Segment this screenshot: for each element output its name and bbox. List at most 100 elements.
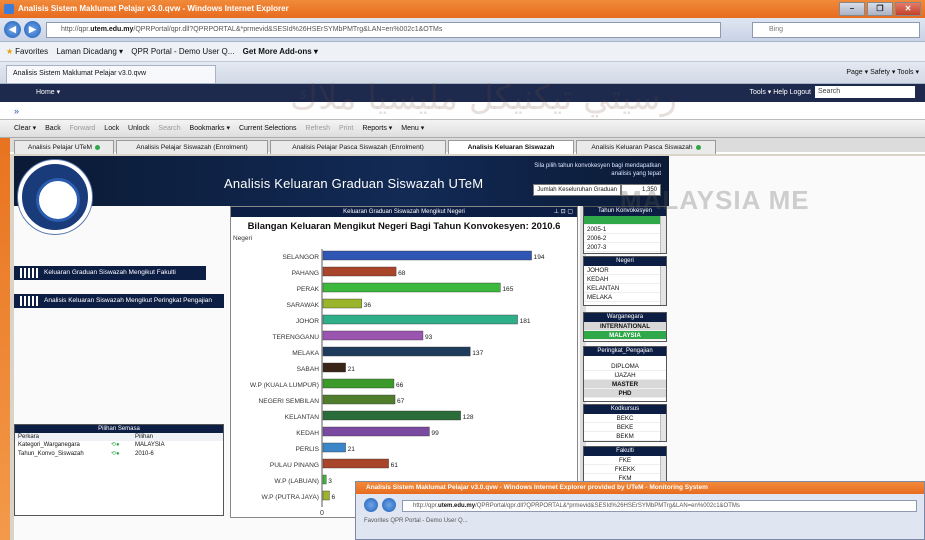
listbox-scrollbar[interactable] xyxy=(660,456,666,481)
clear-field-icon[interactable]: ⟲● xyxy=(111,450,135,459)
nav-keluaran-peringkat[interactable]: Analisis Keluaran Siswazah Mengikut Peri… xyxy=(14,294,224,308)
listbox-item[interactable]: FKEKK xyxy=(584,465,666,474)
listbox-item[interactable]: BEKE xyxy=(584,423,666,432)
forward-button[interactable]: Forward xyxy=(70,125,96,132)
bar-negeri-sembilan[interactable] xyxy=(322,394,396,405)
fav-link-qpr[interactable]: QPR Portal - Demo User Q... xyxy=(131,47,234,56)
tab-keluaran-siswazah[interactable]: Analisis Keluaran Siswazah xyxy=(448,140,574,154)
current-selections-box[interactable]: Pilihan Semasa Perkara Pilihan Kategori_… xyxy=(14,424,224,516)
data-label: 68 xyxy=(398,270,406,277)
listbox-item[interactable]: DIPLOMA xyxy=(584,362,666,371)
listbox-item[interactable]: BEKC xyxy=(584,414,666,423)
listbox-warganegara[interactable]: Warganegara INTERNATIONAL MALAYSIA xyxy=(583,312,667,342)
data-label: 61 xyxy=(391,462,399,469)
search-input[interactable]: Bing xyxy=(752,22,920,38)
state-chart[interactable]: Keluaran Graduan Siswazah Mengikut Neger… xyxy=(230,206,578,518)
maximize-button[interactable]: ❐ xyxy=(867,2,893,16)
refresh-button[interactable]: Refresh xyxy=(306,125,331,132)
fav-link-laman[interactable]: Laman Dicadang ▾ xyxy=(56,47,123,56)
print-button[interactable]: Print xyxy=(339,125,353,132)
search-button[interactable]: Search xyxy=(158,125,180,132)
listbox-item[interactable]: 2006-2 xyxy=(584,234,666,243)
bar-w-p-putra-jaya-[interactable] xyxy=(322,490,330,501)
clear-button[interactable]: Clear ▾ xyxy=(14,125,36,132)
bar-kelantan[interactable] xyxy=(322,410,461,421)
listbox-item[interactable]: INTERNATIONAL xyxy=(584,322,666,331)
listbox-fakulti[interactable]: Fakulti FKE FKEKK FKM xyxy=(583,446,667,483)
fav-link-addons[interactable]: Get More Add-ons ▾ xyxy=(243,47,318,56)
status-dot-icon xyxy=(95,144,101,150)
window-edge xyxy=(0,138,10,540)
chart-caption: Keluaran Graduan Siswazah Mengikut Neger… xyxy=(231,207,577,217)
close-button[interactable]: ✕ xyxy=(895,2,921,16)
popup-forward-icon[interactable] xyxy=(382,498,396,512)
tab-pelajar-pasca-siswazah[interactable]: Analisis Pelajar Pasca Siswazah (Enrolme… xyxy=(270,140,446,154)
clear-field-icon[interactable]: ⟲● xyxy=(111,441,135,450)
sheet-tabs: Analisis Pelajar UTeM Analisis Pelajar S… xyxy=(0,138,925,154)
bar-w-p-labuan-[interactable] xyxy=(322,474,327,485)
selection-row[interactable]: Kategori_Warganegara ⟲● MALAYSIA xyxy=(15,441,223,450)
bar-selangor[interactable] xyxy=(322,250,532,261)
listbox-item[interactable]: MALAYSIA xyxy=(584,331,666,340)
chart-controls[interactable]: ⊥ ⊡ ▢ xyxy=(554,207,573,217)
popup-back-icon[interactable] xyxy=(364,498,378,512)
listbox-item[interactable]: 2005-1 xyxy=(584,225,666,234)
listbox-item[interactable]: MASTER xyxy=(584,380,666,389)
col-field: Perkara xyxy=(18,434,40,440)
bar-perlis[interactable] xyxy=(322,442,346,453)
selection-row[interactable]: Tahun_Konvo_Siswazah ⟲● 2010-6 xyxy=(15,450,223,459)
listbox-item[interactable]: BEKM xyxy=(584,432,666,441)
bar-johor[interactable] xyxy=(322,314,518,325)
bar-pulau-pinang[interactable] xyxy=(322,458,389,469)
sheet-title: Analisis Keluaran Graduan Siswazah UTeM xyxy=(224,176,484,191)
bookmarks-button[interactable]: Bookmarks ▾ xyxy=(190,125,230,132)
nav-keluaran-fakulti[interactable]: Keluaran Graduan Siswazah Mengikut Fakul… xyxy=(14,266,206,280)
listbox-kodkursus[interactable]: Kodkursus BEKC BEKE BEKM xyxy=(583,404,667,442)
bar-melaka[interactable] xyxy=(322,346,471,357)
listbox-item[interactable]: IJAZAH xyxy=(584,371,666,380)
listbox-peringkat[interactable]: Peringkat_Pengajian DIPLOMA IJAZAH MASTE… xyxy=(583,346,667,402)
category-label: SABAH xyxy=(297,366,320,373)
lock-button[interactable]: Lock xyxy=(104,125,119,132)
listbox-item[interactable]: KELANTAN xyxy=(584,284,666,293)
listbox-item[interactable]: 2007-3 xyxy=(584,243,666,252)
back-arrow-icon[interactable]: ◀ xyxy=(4,21,21,38)
menu-button[interactable]: Menu ▾ xyxy=(401,125,424,132)
url-input[interactable]: http://qpr.utem.edu.my/QPRPortal/qpr.dll… xyxy=(46,22,721,38)
listbox-scrollbar[interactable] xyxy=(660,266,666,305)
bar-pahang[interactable] xyxy=(322,266,397,277)
popup-browser-window[interactable]: Analisis Sistem Maklumat Pelajar v3.0.qv… xyxy=(355,481,925,540)
tab-keluaran-pasca-siswazah[interactable]: Analisis Keluaran Pasca Siswazah xyxy=(576,140,716,154)
listbox-item[interactable] xyxy=(584,216,666,225)
bar-sabah[interactable] xyxy=(322,362,346,373)
tab-pelajar-siswazah[interactable]: Analisis Pelajar Siswazah (Enrolment) xyxy=(116,140,268,154)
listbox-item[interactable]: PHD xyxy=(584,389,666,398)
listbox-scrollbar[interactable] xyxy=(660,216,666,253)
listbox-item[interactable]: JOHOR xyxy=(584,266,666,275)
listbox-item[interactable]: MELAKA xyxy=(584,293,666,302)
back-button[interactable]: Back xyxy=(45,125,61,132)
bar-sarawak[interactable] xyxy=(322,298,362,309)
current-selections-button[interactable]: Current Selections xyxy=(239,125,297,132)
bar-w-p-kuala-lumpur-[interactable] xyxy=(322,378,395,389)
minimize-button[interactable]: – xyxy=(839,2,865,16)
popup-title: Analisis Sistem Maklumat Pelajar v3.0.qv… xyxy=(356,482,924,494)
listbox-negeri[interactable]: Negeri JOHOR KEDAH KELANTAN MELAKA xyxy=(583,256,667,306)
listbox-scrollbar[interactable] xyxy=(660,414,666,441)
favorites-button[interactable]: Favorites xyxy=(15,47,48,56)
bar-kedah[interactable] xyxy=(322,426,430,437)
ie-command-bar[interactable]: Page ▾ Safety ▾ Tools ▾ xyxy=(846,62,919,84)
bar-perak[interactable] xyxy=(322,282,501,293)
browser-tab[interactable]: Analisis Sistem Maklumat Pelajar v3.0.qv… xyxy=(6,65,216,83)
popup-url-input[interactable]: http://qpr.utem.edu.my/QPRPortal/qpr.dll… xyxy=(402,500,917,512)
tab-analisis-pelajar-utem[interactable]: Analisis Pelajar UTeM xyxy=(14,140,114,154)
nav-right-items[interactable]: Tools ▾ Help Logout xyxy=(750,89,812,96)
home-menu[interactable]: Home ▾ xyxy=(36,84,60,102)
listbox-item[interactable]: FKE xyxy=(584,456,666,465)
qlik-search-input[interactable]: Search xyxy=(815,86,915,99)
reports-button[interactable]: Reports ▾ xyxy=(362,125,392,132)
listbox-item[interactable]: KEDAH xyxy=(584,275,666,284)
unlock-button[interactable]: Unlock xyxy=(128,125,149,132)
forward-arrow-icon[interactable]: ▶ xyxy=(24,21,41,38)
bar-terengganu[interactable] xyxy=(322,330,424,341)
